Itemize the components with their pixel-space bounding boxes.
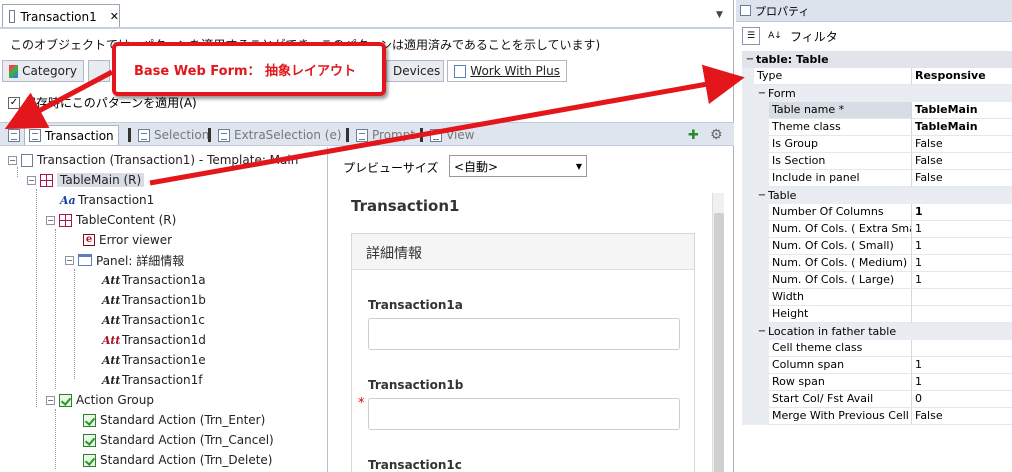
arrow-to-tree-icon xyxy=(4,69,114,130)
annotation-callout: Base Web Form： 抽象レイアウト xyxy=(112,42,386,96)
